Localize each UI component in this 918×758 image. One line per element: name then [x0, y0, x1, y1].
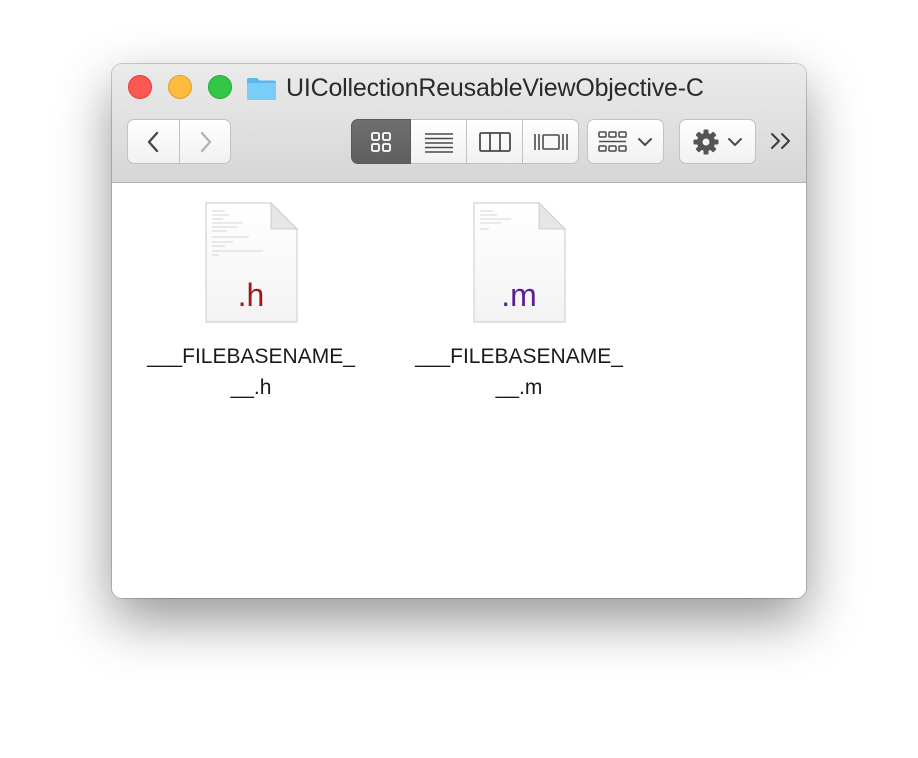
folder-icon	[247, 77, 276, 100]
view-mode-control	[351, 119, 579, 164]
file-name-line: ___FILEBASENAME_	[147, 345, 355, 368]
window-title-group: UICollectionReusableViewObjective-C	[246, 73, 704, 103]
file-name-line: __.m	[495, 376, 543, 399]
file-name: ___FILEBASENAME_ __.m	[401, 341, 637, 403]
chevron-left-icon	[147, 131, 158, 152]
group-by-button[interactable]	[587, 119, 664, 164]
forward-button[interactable]	[179, 119, 231, 164]
file-name-line: __.h	[230, 376, 272, 399]
file-name: ___FILEBASENAME_ __.h	[133, 341, 369, 403]
finder-window: UICollectionReusableViewObjective-C .h _…	[112, 64, 806, 598]
close-button[interactable]	[128, 75, 152, 99]
group-grid-icon	[597, 130, 627, 152]
window-title: UICollectionReusableViewObjective-C	[286, 73, 704, 102]
cover-flow-icon	[533, 133, 568, 150]
icon-view-button[interactable]	[351, 119, 411, 164]
file-name-line: ___FILEBASENAME_	[415, 345, 623, 368]
list-icon	[424, 132, 453, 153]
file-extension-label: .m	[501, 277, 537, 313]
back-button[interactable]	[127, 119, 180, 164]
minimize-button[interactable]	[168, 75, 192, 99]
column-view-button[interactable]	[467, 119, 523, 164]
chevron-down-icon	[637, 137, 652, 146]
file-browser-area: .h ___FILEBASENAME_ __.h .m ___FILEBASEN…	[112, 183, 806, 598]
zoom-button[interactable]	[208, 75, 232, 99]
file-extension-label: .h	[237, 277, 265, 313]
icon-grid-icon	[371, 131, 391, 152]
chevron-down-icon	[727, 137, 742, 146]
gear-icon	[693, 129, 718, 154]
columns-icon	[478, 131, 511, 152]
action-button[interactable]	[679, 119, 756, 164]
cover-flow-view-button[interactable]	[523, 119, 579, 164]
file-item[interactable]: .m ___FILEBASENAME_ __.m	[401, 201, 637, 403]
double-chevron-right-icon	[771, 133, 790, 149]
file-item[interactable]: .h ___FILEBASENAME_ __.h	[133, 201, 369, 403]
list-view-button[interactable]	[411, 119, 467, 164]
toolbar-overflow-button[interactable]	[767, 126, 797, 156]
title-bar: UICollectionReusableViewObjective-C	[112, 64, 806, 183]
chevron-right-icon	[200, 131, 212, 152]
